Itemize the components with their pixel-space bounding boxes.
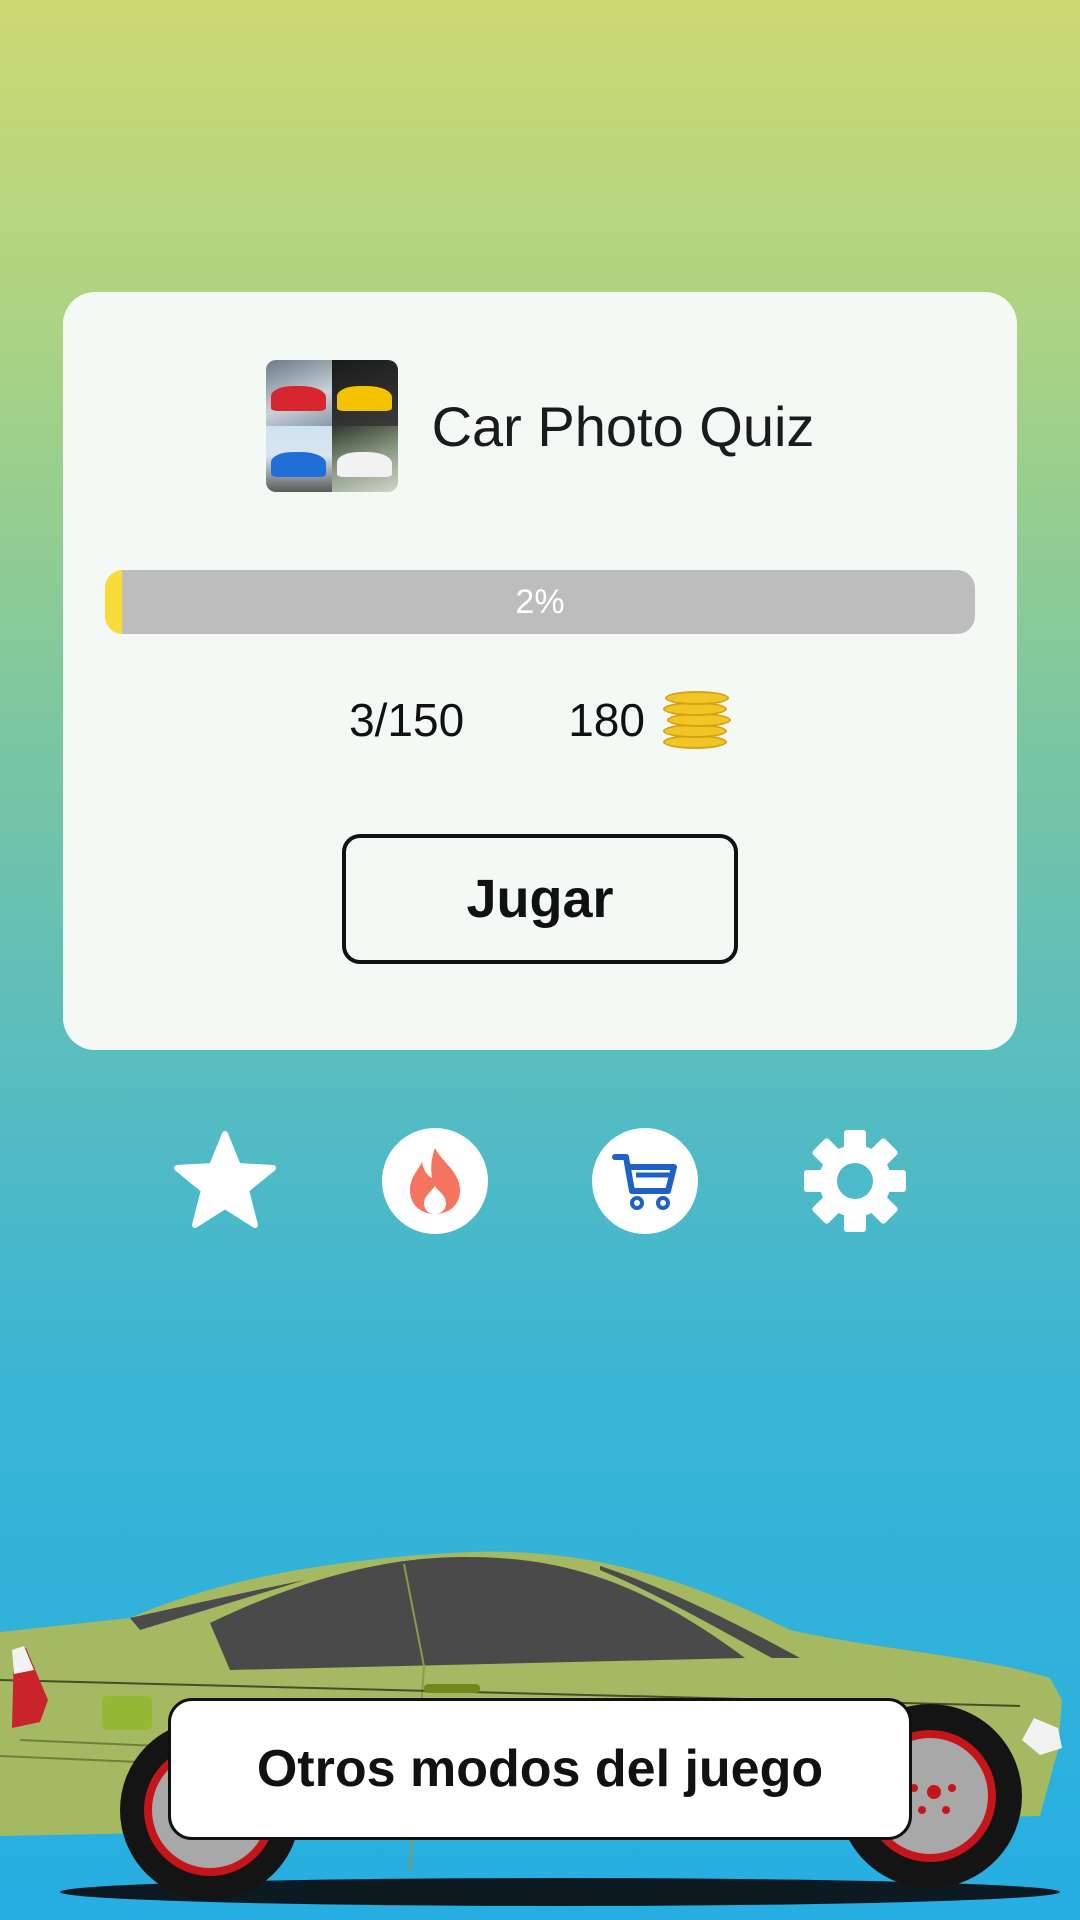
favorites-button[interactable] [172, 1128, 278, 1234]
fire-icon [410, 1148, 460, 1214]
coin-balance: 180 [568, 687, 731, 753]
solved-count: 3/150 [349, 694, 465, 746]
other-modes-button[interactable]: Otros modos del juego [168, 1698, 912, 1840]
shop-button[interactable] [592, 1128, 698, 1234]
progress-label: 2% [515, 582, 565, 621]
app-logo [265, 360, 398, 492]
app-header: Car Photo Quiz [63, 360, 1017, 492]
nav-icon-row [0, 1128, 1080, 1234]
stats-row: 3/150 180 [63, 680, 1017, 760]
challenge-button[interactable] [382, 1128, 488, 1234]
shopping-cart-icon [612, 1154, 677, 1210]
play-button[interactable]: Jugar [342, 834, 738, 964]
gear-icon [804, 1130, 906, 1232]
logo-tile-blue-car [265, 426, 332, 492]
coin-count: 180 [568, 694, 645, 746]
logo-tile-white-car [331, 426, 398, 492]
logo-tile-yellow-car [331, 360, 398, 426]
app-title: Car Photo Quiz [431, 394, 815, 458]
main-card: Car Photo Quiz 2% 3/150 180 Jugar [63, 292, 1017, 1050]
coins-icon [661, 687, 731, 753]
star-icon [174, 1131, 276, 1228]
logo-tile-red-car [265, 360, 332, 426]
settings-button[interactable] [802, 1128, 908, 1234]
progress-bar: 2% [105, 570, 975, 634]
